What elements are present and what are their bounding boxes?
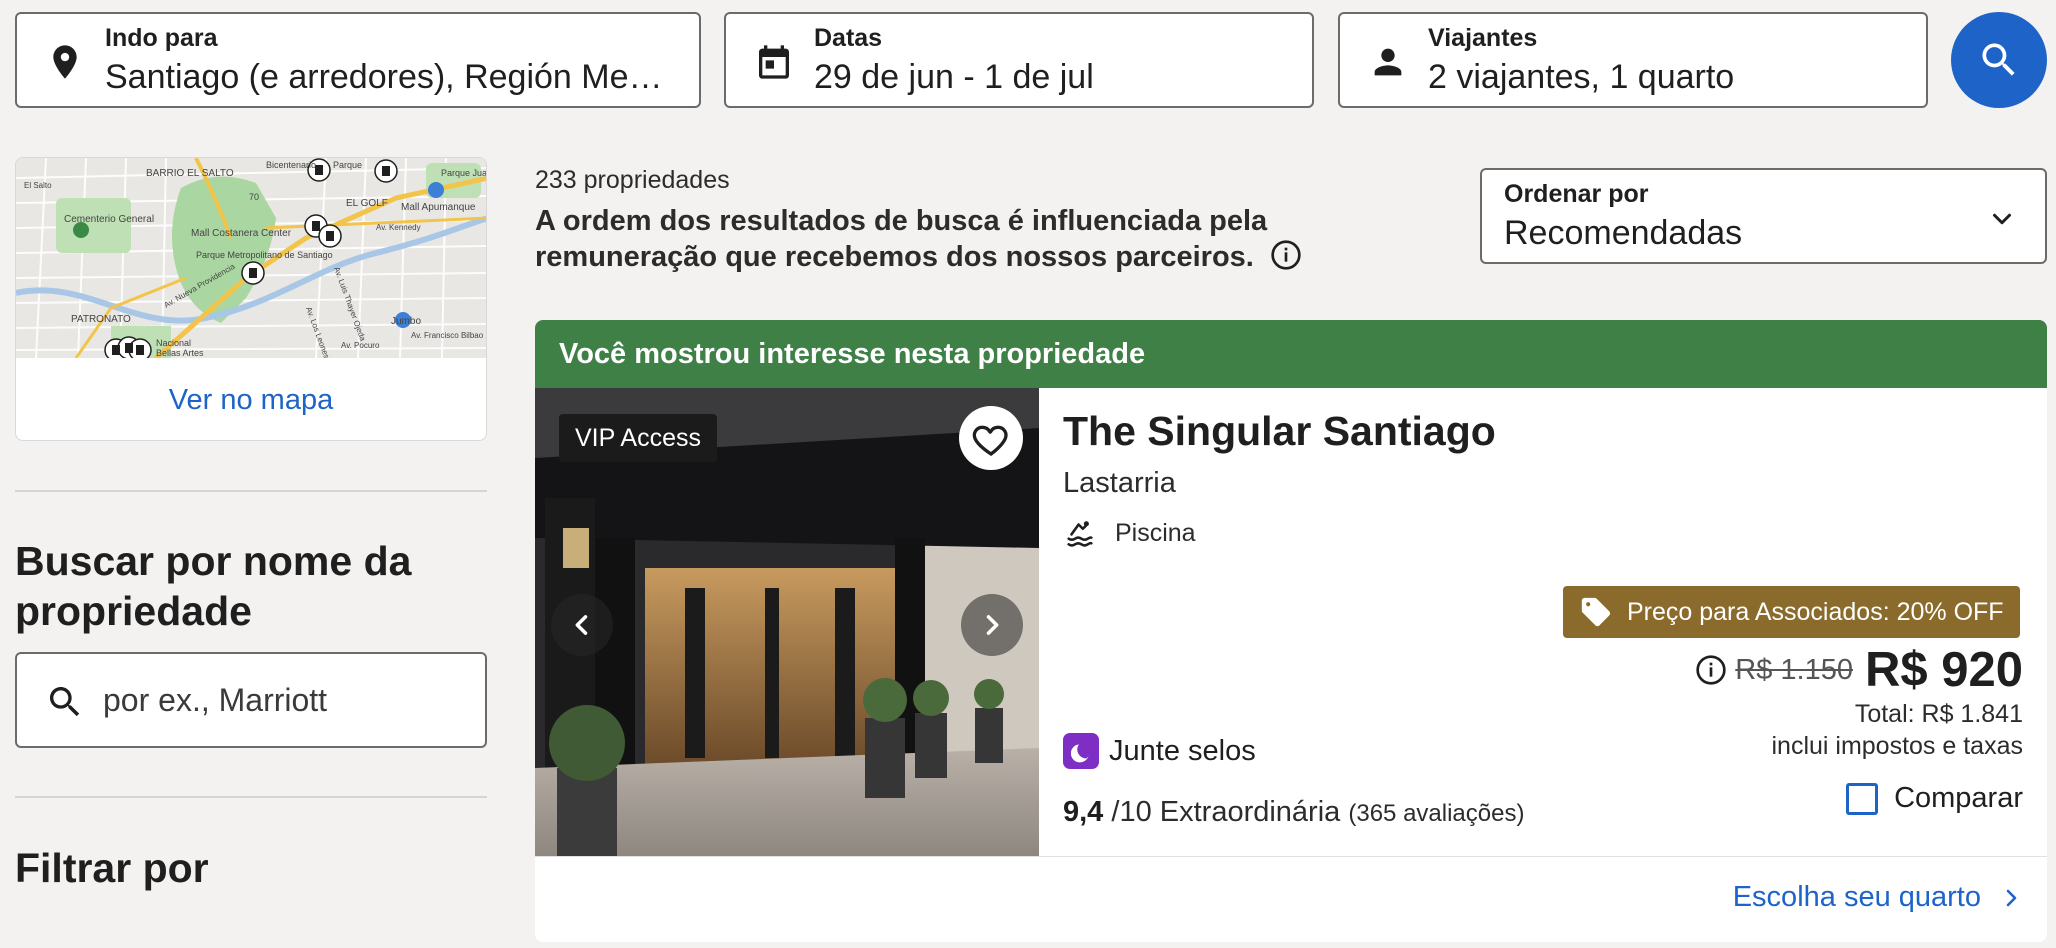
moon-stamp-icon <box>1063 733 1099 769</box>
rating-scale: /10 Extraordinária <box>1111 796 1341 828</box>
map-label: Av. Pocuro <box>341 341 380 350</box>
info-icon[interactable] <box>1695 654 1727 686</box>
dates-label: Datas <box>814 24 883 52</box>
map-label: Nacional <box>156 338 191 348</box>
sidebar-divider <box>15 796 487 798</box>
ranking-disclaimer-text: A ordem dos resultados de busca é influe… <box>535 205 1268 273</box>
map-label: PATRONATO <box>71 314 131 325</box>
chevron-right-icon <box>986 615 999 635</box>
travelers-field[interactable]: Viajantes 2 viajantes, 1 quarto <box>1338 12 1928 108</box>
card-footer: Escolha seu quarto <box>535 856 2047 942</box>
chevron-down-icon <box>1993 213 2011 225</box>
choose-room-label: Escolha seu quarto <box>1732 881 1981 913</box>
map-label: Cementerio General <box>64 214 154 225</box>
map-label: 70 <box>249 192 259 202</box>
property-name[interactable]: The Singular Santiago <box>1063 408 1496 455</box>
ranking-disclaimer: A ordem dos resultados de busca é influe… <box>535 203 1455 275</box>
sidebar-divider <box>15 490 487 492</box>
dates-value: 29 de jun - 1 de jul <box>814 58 1094 96</box>
destination-value: Santiago (e arredores), Región Metropoli… <box>105 58 669 96</box>
destination-field[interactable]: Indo para Santiago (e arredores), Región… <box>15 12 701 108</box>
map-label: Jumbo <box>391 316 421 327</box>
amenity-label: Piscina <box>1115 518 1196 547</box>
property-name-search-heading: Buscar por nome da propriedade <box>15 538 412 634</box>
interest-banner: Você mostrou interesse nesta propriedade <box>535 320 2047 388</box>
map-label: EL GOLF <box>346 198 388 209</box>
map-preview[interactable]: BARRIO EL SALTO Cementerio General Mall … <box>16 158 487 358</box>
map-label: Mall Apumanque <box>401 202 476 213</box>
search-icon <box>1982 43 2015 76</box>
search-icon <box>50 687 80 717</box>
location-pin-icon <box>53 45 77 79</box>
review-count: (365 avaliações) <box>1348 800 1525 827</box>
dates-field[interactable]: Datas 29 de jun - 1 de jul <box>724 12 1314 108</box>
map-label: El Salto <box>24 181 52 190</box>
map-card[interactable]: BARRIO EL SALTO Cementerio General Mall … <box>15 157 487 441</box>
map-label: Bellas Artes <box>156 348 204 358</box>
property-neighborhood: Lastarria <box>1063 467 1176 499</box>
choose-room-link[interactable]: Escolha seu quarto <box>1733 881 2023 914</box>
pool-icon <box>1067 521 1093 547</box>
tag-icon <box>1581 597 1611 627</box>
search-button[interactable] <box>1951 12 2047 108</box>
amenity-item: Piscina <box>1063 516 1196 550</box>
next-photo-button[interactable] <box>961 594 1023 656</box>
person-icon <box>1374 48 1402 76</box>
map-label: BARRIO EL SALTO <box>146 168 234 179</box>
stamps-info: Junte selos <box>1063 733 1256 769</box>
destination-label: Indo para <box>105 24 218 52</box>
info-icon[interactable] <box>1270 239 1302 271</box>
property-card[interactable]: Você mostrou interesse nesta propriedade <box>535 320 2047 942</box>
taxes-note: inclui impostos e taxas <box>1771 732 2023 760</box>
map-label: Parque Juan Pablo II <box>441 168 487 178</box>
chevron-right-icon <box>2006 889 2017 906</box>
map-label: Bicentenario <box>266 160 316 170</box>
favorite-button[interactable] <box>959 406 1023 470</box>
results-count: 233 propriedades <box>535 166 730 194</box>
property-name-search-box[interactable] <box>15 652 487 748</box>
map-label: Parque <box>333 160 362 170</box>
calendar-icon <box>759 45 789 79</box>
current-price: R$ 920 <box>1864 643 2023 697</box>
compare-toggle[interactable]: Comparar <box>1846 782 2023 815</box>
map-label: Av. Francisco Bilbao <box>411 331 484 340</box>
previous-photo-button[interactable] <box>551 594 613 656</box>
view-on-map-link[interactable]: Ver no mapa <box>16 358 486 440</box>
total-price: Total: R$ 1.841 <box>1854 700 2023 728</box>
heart-icon <box>972 425 1008 456</box>
map-label: Mall Costanera Center <box>191 228 292 239</box>
sort-dropdown[interactable]: Ordenar por Recomendadas <box>1480 168 2047 264</box>
map-label: Parque Metropolitano de Santiago <box>196 250 333 260</box>
property-name-search-input[interactable] <box>103 674 463 726</box>
rating-score: 9,4 <box>1063 796 1104 828</box>
property-photo[interactable]: VIP Access <box>535 388 1039 856</box>
chevron-left-icon <box>575 615 588 635</box>
travelers-value: 2 viajantes, 1 quarto <box>1428 58 1735 96</box>
vip-access-badge: VIP Access <box>559 414 717 462</box>
compare-checkbox[interactable] <box>1846 782 1879 815</box>
original-price: R$ 1.150 <box>1735 653 1853 686</box>
sort-value: Recomendadas <box>1504 214 1743 252</box>
guest-rating: 9,4 /10 Extraordinária (365 avaliações) <box>1063 796 1524 829</box>
compare-label: Comparar <box>1894 782 2023 814</box>
sort-label: Ordenar por <box>1504 180 1649 208</box>
travelers-label: Viajantes <box>1428 24 1538 52</box>
price-block: R$ 1.150 R$ 920 <box>1695 642 2023 698</box>
member-price-label: Preço para Associados: 20% OFF <box>1627 597 2004 626</box>
stamps-label: Junte selos <box>1109 734 1256 767</box>
member-price-badge: Preço para Associados: 20% OFF <box>1563 586 2020 638</box>
map-label: Av. Kennedy <box>376 223 421 232</box>
filter-heading: Filtrar por <box>15 845 209 891</box>
